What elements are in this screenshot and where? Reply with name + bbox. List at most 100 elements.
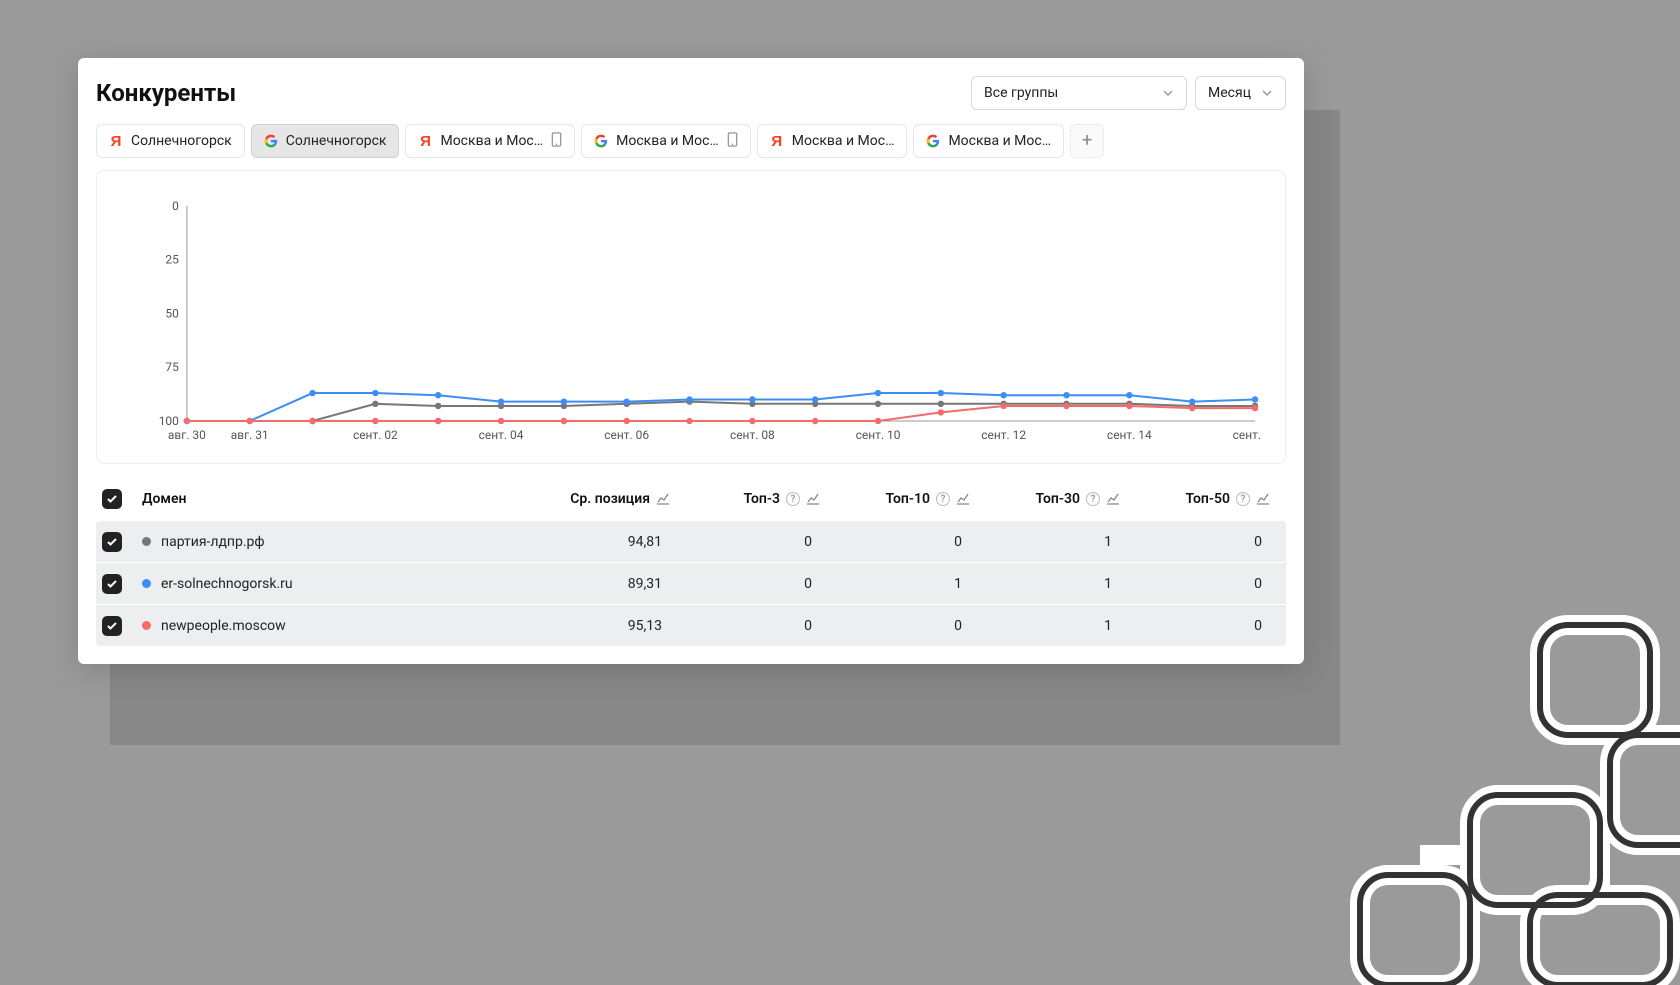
avg-cell: 94,81 [530, 534, 680, 550]
domain-name: newpeople.moscow [161, 618, 286, 634]
svg-text:сент. 12: сент. 12 [981, 428, 1026, 442]
header-avg[interactable]: Ср. позиция [530, 491, 680, 507]
svg-text:авг. 31: авг. 31 [231, 428, 269, 442]
header-top10[interactable]: Топ-10 ? [830, 491, 980, 507]
competitors-panel: Конкуренты Все группы Месяц Я Солнечногор… [78, 58, 1304, 664]
chart-area: 0255075100авг. 30авг. 31сент. 02сент. 04… [117, 201, 1265, 451]
region-tabs: ЯСолнечногорскСолнечногорскЯМосква и Мос… [92, 124, 1290, 170]
top10-cell: 0 [830, 534, 980, 550]
table-row: партия-лдпр.рф94,810010 [96, 520, 1286, 562]
svg-text:сент. 04: сент. 04 [479, 428, 524, 442]
region-tab[interactable]: Москва и Мос… [913, 124, 1064, 158]
svg-text:авг. 30: авг. 30 [168, 428, 206, 442]
row-checkbox-cell [102, 574, 142, 594]
header-controls: Все группы Месяц [971, 76, 1286, 110]
tab-label: Москва и Мос… [616, 133, 719, 149]
region-tab[interactable]: Солнечногорск [251, 124, 400, 158]
checkmark-icon [106, 493, 118, 505]
row-checkbox-cell [102, 532, 142, 552]
tab-label: Москва и Мос… [792, 133, 895, 149]
yandex-icon: Я [770, 134, 784, 148]
top3-cell: 0 [680, 534, 830, 550]
region-tab[interactable]: ЯМосква и Мос… [405, 124, 575, 158]
header-top10-label: Топ-10 [885, 491, 930, 507]
series-color-dot [142, 537, 151, 546]
top30-cell: 1 [980, 576, 1130, 592]
domain-name: er-solnechnogorsk.ru [161, 576, 293, 592]
select-all-checkbox[interactable] [102, 489, 122, 509]
header-top30[interactable]: Топ-30 ? [980, 491, 1130, 507]
google-icon [926, 134, 940, 148]
row-checkbox[interactable] [102, 532, 122, 552]
competitors-table: Домен Ср. позиция Топ-3 ? Топ-10 ? Топ-3… [96, 478, 1286, 646]
svg-text:сент. 06: сент. 06 [604, 428, 649, 442]
mobile-icon [551, 132, 562, 151]
svg-text:сент. 02: сент. 02 [353, 428, 398, 442]
chevron-down-icon [1162, 87, 1174, 99]
period-select-label: Месяц [1208, 85, 1251, 101]
region-tab[interactable]: Москва и Мос… [581, 124, 751, 158]
checkmark-icon [106, 620, 118, 632]
series-color-dot [142, 621, 151, 630]
page-title: Конкуренты [96, 79, 236, 107]
svg-text:100: 100 [159, 414, 179, 428]
add-tab-button[interactable]: + [1070, 124, 1104, 158]
help-icon[interactable]: ? [936, 492, 950, 506]
top3-cell: 0 [680, 618, 830, 634]
header-top30-label: Топ-30 [1035, 491, 1080, 507]
header-checkbox-cell [102, 489, 142, 509]
help-icon[interactable]: ? [1086, 492, 1100, 506]
svg-text:0: 0 [172, 201, 179, 213]
top30-cell: 1 [980, 534, 1130, 550]
top30-cell: 1 [980, 618, 1130, 634]
top10-cell: 0 [830, 618, 980, 634]
group-select-label: Все группы [984, 85, 1058, 101]
google-icon [594, 134, 608, 148]
top10-cell: 1 [830, 576, 980, 592]
header-row: Конкуренты Все группы Месяц [92, 76, 1290, 124]
series-color-dot [142, 579, 151, 588]
chart-icon [656, 492, 670, 506]
avg-cell: 95,13 [530, 618, 680, 634]
avg-cell: 89,31 [530, 576, 680, 592]
top3-cell: 0 [680, 576, 830, 592]
google-icon [264, 134, 278, 148]
checkmark-icon [106, 536, 118, 548]
header-domain: Домен [142, 491, 530, 507]
svg-text:сент. 08: сент. 08 [730, 428, 775, 442]
chart-icon [806, 492, 820, 506]
header-top50[interactable]: Топ-50 ? [1130, 491, 1280, 507]
region-tab[interactable]: Я Солнечногорск [96, 124, 245, 158]
tab-label: Солнечногорск [286, 133, 387, 149]
chart-icon [1106, 492, 1120, 506]
chart-icon [956, 492, 970, 506]
header-top3-label: Топ-3 [743, 491, 780, 507]
svg-text:сент. 10: сент. 10 [856, 428, 901, 442]
domain-cell: er-solnechnogorsk.ru [142, 576, 530, 592]
row-checkbox[interactable] [102, 616, 122, 636]
row-checkbox[interactable] [102, 574, 122, 594]
checkmark-icon [106, 578, 118, 590]
svg-text:25: 25 [165, 253, 179, 267]
mobile-icon [727, 132, 738, 151]
tab-label: Солнечногорск [131, 133, 232, 149]
svg-text:75: 75 [165, 360, 179, 374]
yandex-icon: Я [418, 134, 432, 148]
domain-cell: newpeople.moscow [142, 618, 530, 634]
table-row: er-solnechnogorsk.ru89,310110 [96, 562, 1286, 604]
help-icon[interactable]: ? [1236, 492, 1250, 506]
top50-cell: 0 [1130, 576, 1280, 592]
region-tab[interactable]: Я Москва и Мос… [757, 124, 908, 158]
header-avg-label: Ср. позиция [570, 491, 650, 507]
period-select[interactable]: Месяц [1195, 76, 1286, 110]
tab-label: Москва и Мос… [948, 133, 1051, 149]
yandex-icon: Я [109, 134, 123, 148]
group-select[interactable]: Все группы [971, 76, 1187, 110]
background-decoration [1300, 565, 1680, 985]
plus-icon: + [1082, 132, 1092, 150]
help-icon[interactable]: ? [786, 492, 800, 506]
chart-icon [1256, 492, 1270, 506]
header-top50-label: Топ-50 [1185, 491, 1230, 507]
table-header: Домен Ср. позиция Топ-3 ? Топ-10 ? Топ-3… [96, 478, 1286, 520]
header-top3[interactable]: Топ-3 ? [680, 491, 830, 507]
